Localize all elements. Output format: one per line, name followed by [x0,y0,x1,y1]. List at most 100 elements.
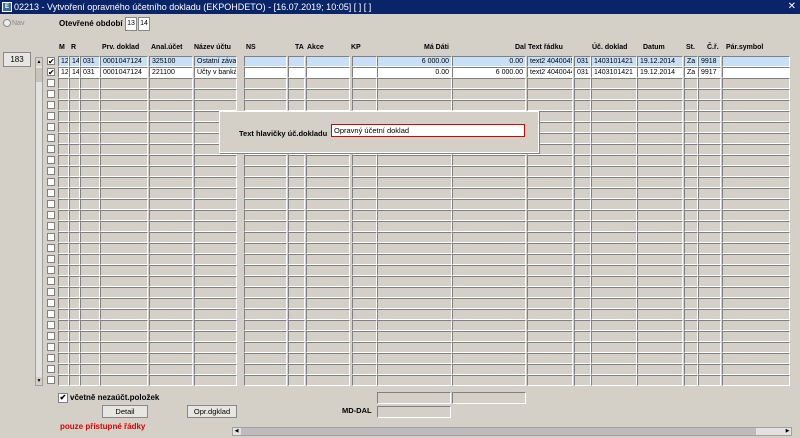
table-cell[interactable] [698,320,721,331]
vertical-scrollbar[interactable]: ▲ ▼ [35,57,43,386]
table-cell[interactable]: 12 [58,56,69,67]
table-cell[interactable] [194,309,237,320]
table-cell[interactable] [722,78,790,89]
table-cell[interactable]: 325100 [149,56,193,67]
column-header[interactable]: R [71,44,76,51]
table-cell[interactable] [100,188,148,199]
table-cell[interactable] [684,342,698,353]
table-cell[interactable] [69,166,80,177]
table-cell[interactable] [352,320,377,331]
table-cell[interactable] [452,298,526,309]
table-cell[interactable] [352,287,377,298]
table-cell[interactable] [698,122,721,133]
table-row[interactable] [33,210,793,221]
table-cell[interactable] [306,364,350,375]
table-cell[interactable] [527,276,573,287]
table-cell[interactable] [58,221,69,232]
table-cell[interactable] [149,232,193,243]
table-cell[interactable] [377,188,452,199]
table-cell[interactable] [377,342,452,353]
table-cell[interactable] [637,353,683,364]
table-cell[interactable] [637,331,683,342]
table-cell[interactable] [69,78,80,89]
table-cell[interactable] [100,199,148,210]
table-cell[interactable] [288,67,305,78]
table-cell[interactable] [100,177,148,188]
table-cell[interactable] [194,353,237,364]
table-cell[interactable] [574,144,591,155]
table-cell[interactable] [591,155,637,166]
table-cell[interactable] [377,309,452,320]
table-row[interactable] [33,320,793,331]
table-cell[interactable] [722,320,790,331]
table-cell[interactable] [306,56,350,67]
table-cell[interactable] [58,320,69,331]
table-cell[interactable] [698,210,721,221]
table-cell[interactable] [194,331,237,342]
table-cell[interactable] [637,221,683,232]
column-header[interactable]: Název účtu [194,44,231,51]
table-cell[interactable] [80,210,100,221]
table-cell[interactable] [452,199,526,210]
table-cell[interactable] [452,89,526,100]
table-cell[interactable] [591,100,637,111]
table-cell[interactable]: 6 000.00 [452,67,526,78]
table-cell[interactable] [288,199,305,210]
table-cell[interactable] [452,155,526,166]
table-cell[interactable] [69,287,80,298]
table-cell[interactable] [69,210,80,221]
table-cell[interactable] [684,353,698,364]
table-cell[interactable] [58,111,69,122]
table-cell[interactable] [149,309,193,320]
table-cell[interactable] [288,166,305,177]
table-cell[interactable] [244,298,287,309]
table-cell[interactable] [244,78,287,89]
table-cell[interactable] [574,287,591,298]
table-row[interactable] [33,89,793,100]
table-cell[interactable] [352,232,377,243]
table-cell[interactable] [100,364,148,375]
row-checkbox[interactable] [47,178,55,186]
table-cell[interactable] [591,331,637,342]
table-cell[interactable] [244,331,287,342]
column-header[interactable]: Dal [515,44,526,51]
table-cell[interactable] [80,342,100,353]
table-cell[interactable] [149,177,193,188]
table-cell[interactable] [306,177,350,188]
column-header[interactable]: Č.ř. [707,44,719,51]
row-checkbox[interactable] [47,244,55,252]
table-cell[interactable] [698,298,721,309]
table-row[interactable] [33,342,793,353]
table-cell[interactable] [637,78,683,89]
table-cell[interactable] [69,89,80,100]
table-cell[interactable] [288,320,305,331]
table-cell[interactable] [244,221,287,232]
table-cell[interactable] [80,188,100,199]
table-cell[interactable] [527,353,573,364]
table-cell[interactable] [69,133,80,144]
table-cell[interactable] [100,144,148,155]
table-row[interactable] [33,199,793,210]
table-cell[interactable] [69,353,80,364]
table-cell[interactable] [452,276,526,287]
table-cell[interactable] [452,210,526,221]
table-cell[interactable] [637,254,683,265]
table-cell[interactable] [637,298,683,309]
table-cell[interactable] [149,100,193,111]
row-checkbox[interactable] [47,101,55,109]
table-cell[interactable] [306,243,350,254]
table-cell[interactable] [194,243,237,254]
table-cell[interactable] [100,166,148,177]
table-cell[interactable] [637,287,683,298]
table-cell[interactable] [698,265,721,276]
table-cell[interactable] [698,287,721,298]
table-cell[interactable] [244,100,287,111]
table-cell[interactable] [377,265,452,276]
table-cell[interactable] [591,353,637,364]
table-cell[interactable]: 0.00 [452,56,526,67]
table-cell[interactable] [306,89,350,100]
table-cell[interactable] [69,331,80,342]
table-cell[interactable] [306,298,350,309]
table-cell[interactable] [722,122,790,133]
table-cell[interactable] [684,243,698,254]
